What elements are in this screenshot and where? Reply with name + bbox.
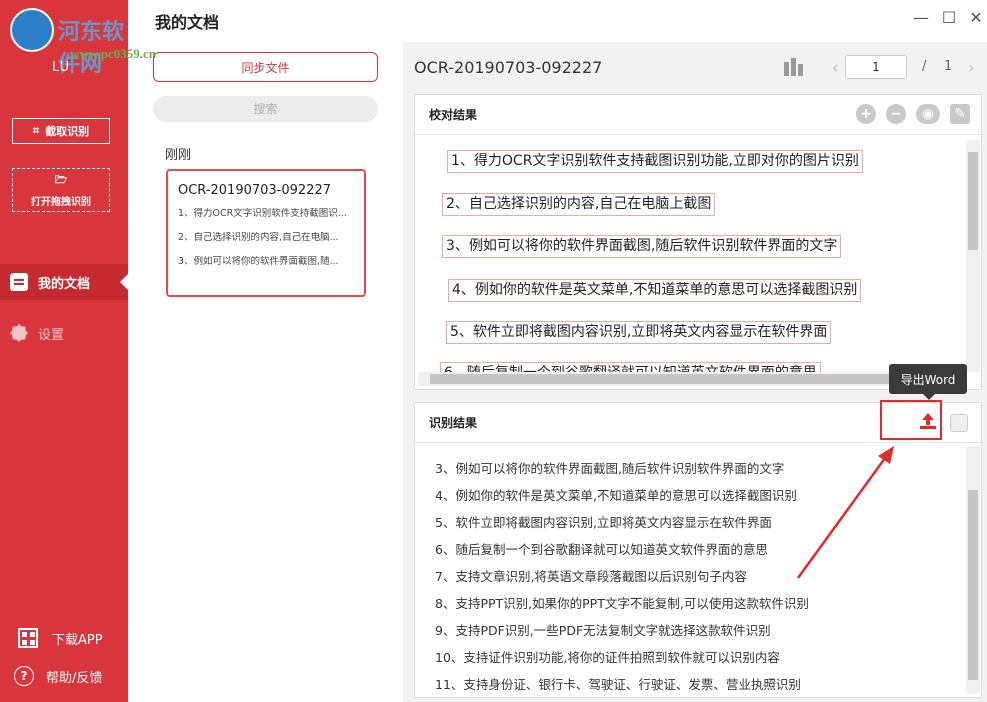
result-line: 6、随后复制一个到谷歌翻译就可以知道英文软件界面的意思 [435, 542, 768, 557]
result-line: 11、支持身份证、银行卡、驾驶证、行驶证、发票、营业执照识别 [435, 677, 801, 692]
proof-line[interactable]: 5、软件立即将截图内容识别,立即将英文内容显示在软件界面 [446, 321, 832, 344]
search-input[interactable] [153, 96, 378, 122]
proof-line[interactable]: 3、例如可以将你的软件界面截图,随后软件识别软件界面的文字 [442, 235, 842, 258]
capture-recognize-button[interactable]: ⌗ 截取识别 [12, 118, 110, 144]
document-card-title: OCR-20190703-092227 [178, 183, 331, 198]
proof-vertical-scrollbar[interactable] [966, 140, 980, 372]
sidebar-item-settings[interactable]: 设置 [0, 318, 128, 348]
scrollbar-thumb[interactable] [430, 374, 940, 384]
page-number-input[interactable]: 1 [845, 55, 907, 79]
crop-icon: ⌗ [32, 124, 40, 137]
open-drag-recognize-button[interactable]: 🗁 打开拖拽识别 [12, 168, 110, 212]
proof-toolbar: + − ◉ ✎ [856, 104, 970, 124]
maximize-icon[interactable]: ☐ [940, 8, 958, 27]
folder-icon: 🗁 [54, 174, 68, 186]
eye-icon[interactable]: ◉ [916, 104, 940, 124]
download-label: 下载APP [52, 632, 103, 648]
help-icon: ? [14, 666, 34, 686]
page-total: 1 [944, 59, 953, 74]
result-line: 8、支持PPT识别,如果你的PPT文字不能复制,可以使用这款软件识别 [435, 596, 809, 611]
export-word-icon[interactable] [918, 411, 938, 431]
download-app-button[interactable]: 下载APP [18, 628, 103, 648]
scrollbar-thumb[interactable] [968, 152, 978, 250]
capture-label: 截取识别 [45, 125, 90, 138]
document-card-line: 3、例如可以将你的软件界面截图,随... [178, 256, 339, 267]
scrollbar-thumb[interactable] [968, 490, 978, 680]
result-line: 4、例如你的软件是英文菜单,不知道菜单的意思可以选择截图识别 [435, 488, 797, 503]
user-name[interactable]: LU [52, 60, 70, 75]
recent-section-label: 刚刚 [165, 148, 192, 163]
result-line: 9、支持PDF识别,一些PDF无法复制文字就选择这款软件识别 [435, 623, 771, 638]
proof-line[interactable]: 4、例如你的软件是英文菜单,不知道菜单的意思可以选择截图识别 [448, 279, 862, 302]
sidebar-item-label: 设置 [38, 327, 65, 343]
qr-code-icon [18, 628, 38, 648]
minimize-icon[interactable]: — [912, 8, 930, 27]
prev-page-icon[interactable]: ‹ [832, 58, 838, 77]
open-label: 打开拖拽识别 [31, 196, 91, 208]
result-line: 5、软件立即将截图内容识别,立即将英文内容显示在软件界面 [435, 515, 772, 530]
zoom-in-icon[interactable]: + [856, 104, 876, 124]
result-vertical-scrollbar[interactable] [966, 446, 980, 694]
app-logo [10, 8, 54, 52]
document-card[interactable]: OCR-20190703-092227 1、得力OCR文字识别软件支持截图识..… [166, 169, 366, 297]
help-feedback-button[interactable]: ? 帮助/反馈 [14, 666, 102, 686]
help-label: 帮助/反馈 [46, 670, 103, 686]
export-word-tooltip: 导出Word [889, 364, 967, 400]
document-icon [10, 273, 28, 291]
annotation-arrow [796, 446, 894, 579]
document-card-line: 2、自己选择识别的内容,自己在电脑... [178, 232, 339, 243]
close-icon[interactable]: ✕ [967, 8, 985, 27]
document-name: OCR-20190703-092227 [414, 58, 603, 77]
sync-files-button[interactable]: 同步文件 [153, 52, 378, 82]
document-card-line: 1、得力OCR文字识别软件支持截图识... [178, 208, 347, 219]
gear-icon [10, 324, 28, 342]
edit-icon[interactable]: ✎ [950, 104, 970, 124]
page-title: 我的文档 [155, 13, 220, 32]
proof-horizontal-scrollbar[interactable] [418, 372, 966, 386]
sidebar-item-label: 我的文档 [38, 276, 91, 292]
watermark-url: www.pc0359.cn [70, 46, 156, 61]
next-page-icon[interactable]: › [968, 58, 974, 77]
result-line: 7、支持文章识别,将英语文章段落截图以后识别句子内容 [435, 569, 747, 584]
layout-toggle-icon[interactable] [784, 58, 804, 76]
sidebar-item-my-documents[interactable]: 我的文档 [0, 264, 128, 300]
result-line: 3、例如可以将你的软件界面截图,随后软件识别软件界面的文字 [435, 461, 785, 476]
proof-line[interactable]: 1、得力OCR文字识别软件支持截图识别功能,立即对你的图片识别 [447, 150, 863, 173]
zoom-out-icon[interactable]: − [886, 104, 906, 124]
sidebar: 河东软件网 www.pc0359.cn LU ⌗ 截取识别 🗁 打开拖拽识别 我… [0, 0, 156, 702]
result-line: 10、支持证件识别功能,将你的证件拍照到软件就可以识别内容 [435, 650, 780, 665]
proof-line[interactable]: 2、自己选择识别的内容,自己在电脑上截图 [442, 193, 716, 216]
copy-icon[interactable] [950, 414, 968, 432]
page-separator: / [922, 59, 927, 74]
